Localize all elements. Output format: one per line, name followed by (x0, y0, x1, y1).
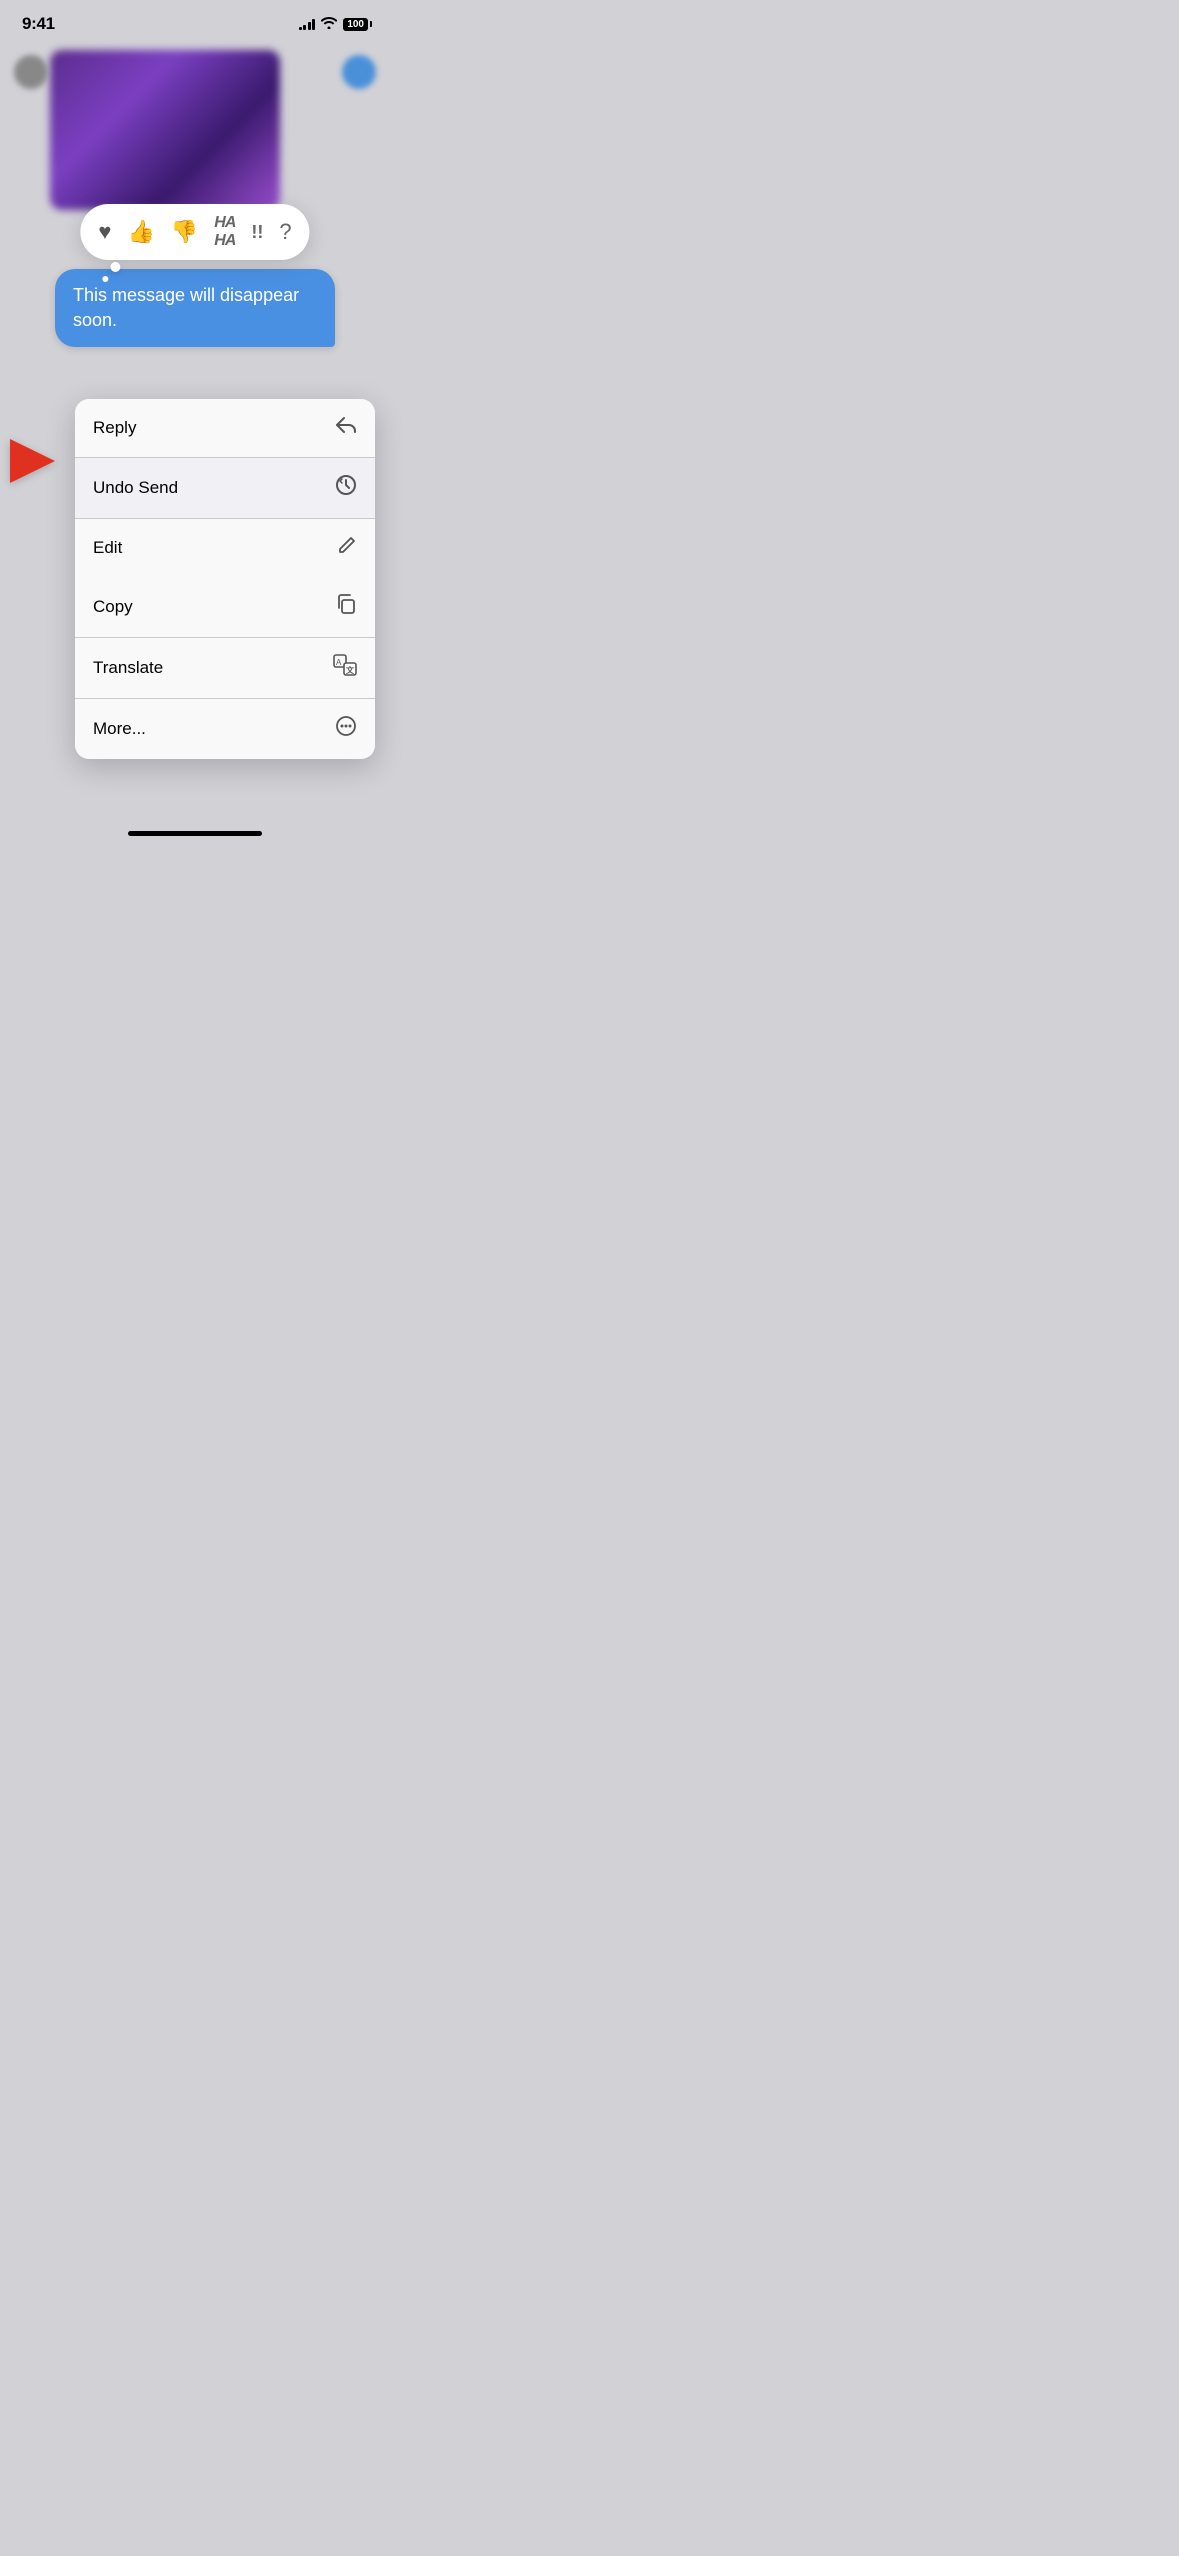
svg-text:文: 文 (346, 665, 355, 675)
menu-item-copy[interactable]: Copy (75, 577, 375, 638)
message-text: This message will disappear soon. (73, 285, 299, 330)
reaction-haha[interactable]: HAHA (214, 214, 235, 250)
reaction-thumbs-down[interactable]: 👎 (171, 219, 198, 245)
menu-item-edit[interactable]: Edit (75, 519, 375, 577)
message-bubble: This message will disappear soon. (55, 269, 335, 347)
status-time: 9:41 (22, 14, 55, 34)
reaction-tail (110, 262, 120, 272)
menu-item-more[interactable]: More... (75, 699, 375, 759)
menu-item-translate[interactable]: Translate A 文 (75, 638, 375, 699)
menu-label-copy: Copy (93, 597, 133, 617)
menu-label-more: More... (93, 719, 146, 739)
main-content: ♥ 👍 👎 HAHA !! ? This message will disapp… (0, 44, 390, 844)
reaction-heart[interactable]: ♥ (98, 219, 111, 245)
reaction-bar[interactable]: ♥ 👍 👎 HAHA !! ? (80, 204, 309, 260)
menu-item-reply[interactable]: Reply (75, 399, 375, 458)
reaction-thumbs-up[interactable]: 👍 (127, 219, 154, 245)
reaction-tail2 (102, 276, 108, 282)
reply-icon (335, 415, 357, 441)
reaction-question[interactable]: ? (279, 219, 291, 245)
undo-send-icon (335, 474, 357, 502)
status-bar: 9:41 100 (0, 0, 390, 40)
menu-label-translate: Translate (93, 658, 163, 678)
more-icon (335, 715, 357, 743)
edit-icon (337, 535, 357, 561)
reaction-emphasis[interactable]: !! (251, 222, 263, 243)
translate-icon: A 文 (333, 654, 357, 682)
context-menu: Reply Undo Send (75, 399, 375, 759)
menu-item-undo-send[interactable]: Undo Send (75, 458, 375, 519)
menu-group-2: Copy Translate A 文 (75, 577, 375, 759)
menu-label-undo-send: Undo Send (93, 478, 178, 498)
battery-icon: 100 (343, 18, 368, 31)
menu-label-reply: Reply (93, 418, 136, 438)
svg-text:A: A (336, 658, 342, 667)
copy-icon (335, 593, 357, 621)
undo-send-arrow (10, 439, 55, 483)
status-icons: 100 (299, 17, 368, 32)
red-arrow-shape (10, 439, 55, 483)
wifi-icon (321, 17, 337, 32)
menu-label-edit: Edit (93, 538, 122, 558)
home-indicator (128, 831, 262, 836)
signal-icon (299, 18, 316, 30)
menu-group-1: Reply Undo Send (75, 399, 375, 577)
